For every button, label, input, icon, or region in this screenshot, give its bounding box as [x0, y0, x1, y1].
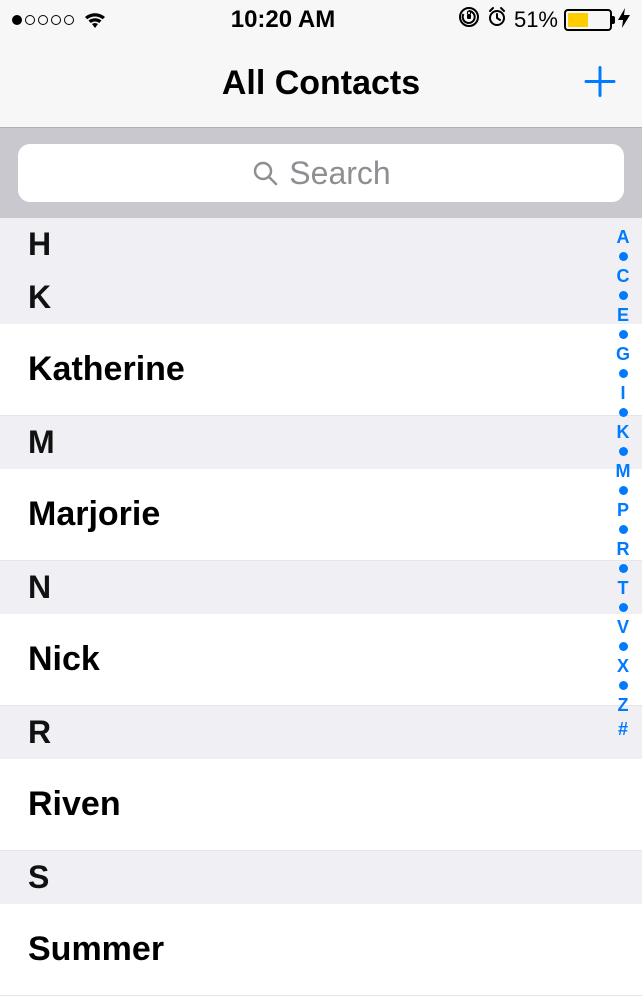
index-dot[interactable] [619, 603, 628, 612]
section-header: K [0, 271, 642, 324]
index-dot[interactable] [619, 291, 628, 300]
index-letter[interactable]: K [617, 423, 630, 441]
index-dot[interactable] [619, 681, 628, 690]
index-letter[interactable]: # [618, 720, 628, 738]
page-title: All Contacts [222, 64, 420, 103]
index-letter[interactable]: R [617, 540, 630, 558]
index-letter[interactable]: P [617, 501, 629, 519]
index-letter[interactable]: M [616, 462, 631, 480]
battery-icon [564, 8, 630, 33]
nav-bar: All Contacts [0, 40, 642, 128]
contacts-list[interactable]: HKKatherineMMarjorieNNickRRivenSSummer [0, 218, 642, 996]
index-letter[interactable]: E [617, 306, 629, 324]
index-dot[interactable] [619, 330, 628, 339]
alphabet-index[interactable]: A C E G I K M P R T V X Z # [610, 228, 636, 738]
index-letter[interactable]: A [617, 228, 630, 246]
search-input[interactable]: Search [18, 144, 624, 202]
battery-percentage: 51% [514, 7, 558, 33]
index-dot[interactable] [619, 525, 628, 534]
rotation-lock-icon [458, 6, 480, 34]
index-letter[interactable]: T [618, 579, 629, 597]
index-dot[interactable] [619, 642, 628, 651]
search-placeholder: Search [289, 155, 390, 192]
alarm-icon [486, 6, 508, 34]
contact-row[interactable]: Katherine [0, 324, 642, 416]
status-bar: 10:20 AM 51% [0, 0, 642, 40]
signal-strength-icon [12, 15, 74, 25]
index-letter[interactable]: X [617, 657, 629, 675]
index-letter[interactable]: Z [618, 696, 629, 714]
contact-row[interactable]: Marjorie [0, 469, 642, 561]
contact-row[interactable]: Nick [0, 614, 642, 706]
search-icon [251, 159, 279, 187]
index-dot[interactable] [619, 369, 628, 378]
index-letter[interactable]: I [620, 384, 625, 402]
index-letter[interactable]: V [617, 618, 629, 636]
status-right: 51% [458, 6, 630, 34]
section-header: R [0, 706, 642, 759]
section-header: N [0, 561, 642, 614]
section-header: M [0, 416, 642, 469]
index-dot[interactable] [619, 252, 628, 261]
wifi-icon [82, 10, 108, 30]
index-letter[interactable]: C [617, 267, 630, 285]
section-header: H [0, 218, 642, 271]
status-time: 10:20 AM [231, 6, 335, 34]
search-area: Search [0, 128, 642, 218]
add-contact-button[interactable] [580, 61, 620, 106]
index-dot[interactable] [619, 486, 628, 495]
index-dot[interactable] [619, 564, 628, 573]
status-left [12, 10, 108, 30]
index-dot[interactable] [619, 447, 628, 456]
index-dot[interactable] [619, 408, 628, 417]
section-header: S [0, 851, 642, 904]
index-letter[interactable]: G [616, 345, 630, 363]
charging-icon [618, 8, 630, 33]
contact-row[interactable]: Riven [0, 759, 642, 851]
contact-row[interactable]: Summer [0, 904, 642, 996]
